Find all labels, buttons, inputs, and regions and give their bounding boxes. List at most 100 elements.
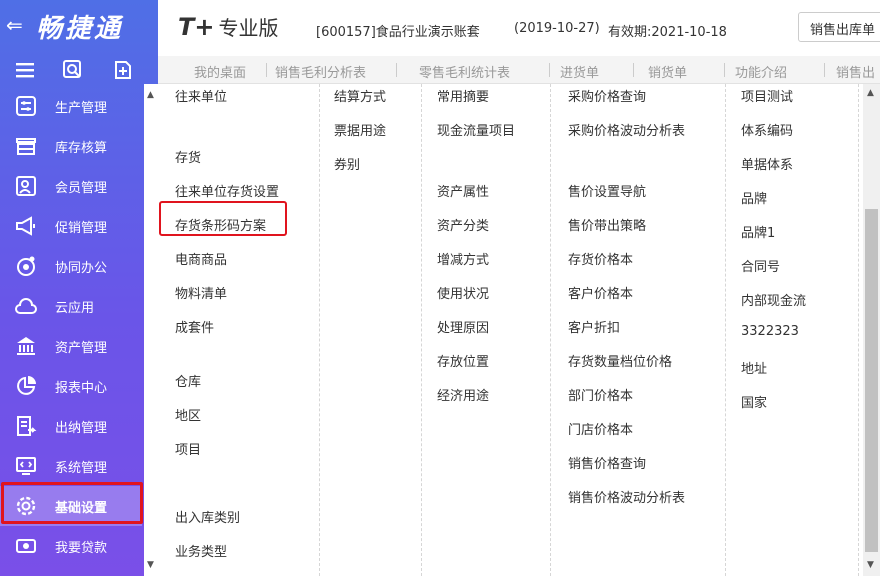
settings-link-col4-6[interactable]: 客户折扣 [568, 317, 620, 336]
settings-link-col3-5[interactable]: 使用状况 [437, 283, 489, 302]
sidebar-item-member[interactable]: 会员管理 [0, 166, 142, 206]
sales-outbound-button[interactable]: 销售出库单 [798, 12, 880, 42]
valid-date: 有效期:2021-10-18 [608, 25, 727, 40]
settings-link-col4-0[interactable]: 采购价格查询 [568, 86, 646, 105]
member-icon [16, 176, 36, 196]
tab-my-desktop[interactable]: 我的桌面 [194, 62, 246, 81]
settings-link-col1-7[interactable]: 仓库 [175, 371, 201, 390]
brand-edition: 专业版 [218, 16, 279, 40]
settings-link-col1-2[interactable]: 往来单位存货设置 [175, 181, 279, 200]
settings-link-col4-11[interactable]: 销售价格波动分析表 [568, 487, 685, 506]
cashier-icon [17, 416, 37, 436]
tab-sales-order[interactable]: 销货单 [648, 62, 687, 81]
sidebar-item-label: 会员管理 [55, 181, 108, 196]
content-left-scrollbar[interactable]: ▲ ▼ [144, 84, 158, 576]
settings-link-col5-2[interactable]: 单据体系 [741, 154, 793, 173]
settings-link-col3-1[interactable]: 现金流量项目 [437, 120, 515, 139]
search-icon[interactable] [62, 59, 84, 81]
sidebar-item-label: 出纳管理 [55, 421, 108, 436]
sidebar: ⇐ 畅捷通 生产管理 库存核算 会员管理 促销管理 协同办公 云应用 资产管理 … [0, 0, 159, 576]
settings-link-col3-2[interactable]: 资产属性 [437, 181, 489, 200]
content-scrollbar[interactable]: ▲ ▼ [863, 84, 880, 576]
tab-bar: 我的桌面 销售毛利分析表 零售毛利统计表 进货单 销货单 功能介绍 销售出 [158, 56, 880, 84]
settings-link-col1-6[interactable]: 成套件 [175, 317, 214, 336]
column-divider [858, 84, 859, 576]
settings-link-col5-1[interactable]: 体系编码 [741, 120, 793, 139]
tab-separator [396, 63, 397, 77]
logo-text: 畅捷通 [36, 14, 124, 44]
account-date: (2019-10-27) [514, 21, 600, 36]
menu-icon[interactable] [14, 59, 36, 81]
sidebar-item-inventory[interactable]: 库存核算 [0, 126, 142, 166]
tab-sales-outbound[interactable]: 销售出 [836, 62, 875, 81]
tab-features[interactable]: 功能介绍 [735, 62, 787, 81]
tab-sales-margin[interactable]: 销售毛利分析表 [275, 62, 366, 81]
settings-link-col4-7[interactable]: 存货数量档位价格 [568, 351, 672, 370]
sidebar-item-report[interactable]: 报表中心 [0, 366, 142, 406]
sidebar-item-cashier[interactable]: 出纳管理 [0, 406, 142, 446]
promotion-icon [16, 216, 35, 236]
collab-icon [17, 256, 35, 276]
settings-link-col2-0[interactable]: 结算方式 [334, 86, 386, 105]
add-document-icon[interactable] [112, 59, 134, 81]
tab-separator [724, 63, 725, 77]
sidebar-item-label: 云应用 [55, 301, 95, 316]
scroll-down-icon[interactable]: ▼ [867, 560, 874, 570]
tab-separator [633, 63, 634, 77]
settings-link-col5-6[interactable]: 内部现金流 [741, 290, 806, 309]
settings-link-col1-4[interactable]: 电商商品 [175, 249, 227, 268]
settings-menu-panel: 往来单位 存货 往来单位存货设置 存货条形码方案 电商商品 物料清单 成套件 仓库 地区 项目 出入… [158, 84, 863, 576]
scroll-up-icon[interactable]: ▲ [147, 90, 154, 100]
loan-icon [16, 539, 36, 553]
settings-link-col3-6[interactable]: 处理原因 [437, 317, 489, 336]
settings-link-col4-4[interactable]: 存货价格本 [568, 249, 633, 268]
settings-link-col1-11[interactable]: 业务类型 [175, 541, 227, 560]
sidebar-item-system[interactable]: 系统管理 [0, 446, 142, 486]
sidebar-item-promotion[interactable]: 促销管理 [0, 206, 142, 246]
column-divider [319, 84, 320, 576]
settings-link-col1-8[interactable]: 地区 [175, 405, 201, 424]
settings-link-col5-8[interactable]: 地址 [741, 358, 767, 377]
settings-link-col4-5[interactable]: 客户价格本 [568, 283, 633, 302]
settings-link-col3-7[interactable]: 存放位置 [437, 351, 489, 370]
settings-link-col5-3[interactable]: 品牌 [741, 188, 767, 207]
settings-link-col4-1[interactable]: 采购价格波动分析表 [568, 120, 685, 139]
settings-link-col4-9[interactable]: 门店价格本 [568, 419, 633, 438]
settings-link-col1-5[interactable]: 物料清单 [175, 283, 227, 302]
settings-link-col1-9[interactable]: 项目 [175, 439, 201, 458]
settings-link-col5-4[interactable]: 品牌1 [741, 222, 775, 241]
settings-link-col2-1[interactable]: 票据用途 [334, 120, 386, 139]
settings-link-col4-8[interactable]: 部门价格本 [568, 385, 633, 404]
tab-purchase-order[interactable]: 进货单 [560, 62, 599, 81]
cloud-icon [15, 298, 37, 314]
settings-link-col3-3[interactable]: 资产分类 [437, 215, 489, 234]
sidebar-item-label: 系统管理 [55, 461, 108, 476]
settings-link-col1-0[interactable]: 往来单位 [175, 86, 227, 105]
sidebar-item-production[interactable]: 生产管理 [0, 86, 142, 126]
settings-link-col3-8[interactable]: 经济用途 [437, 385, 489, 404]
sidebar-item-loan[interactable]: 我要贷款 [0, 526, 142, 566]
tab-retail-margin[interactable]: 零售毛利统计表 [419, 62, 510, 81]
settings-link-col4-3[interactable]: 售价带出策略 [568, 215, 646, 234]
settings-link-col4-2[interactable]: 售价设置导航 [568, 181, 646, 200]
settings-link-col5-7[interactable]: 3322323 [741, 324, 799, 339]
settings-link-col4-10[interactable]: 销售价格查询 [568, 453, 646, 472]
settings-link-col5-0[interactable]: 项目测试 [741, 86, 793, 105]
sidebar-item-label: 资产管理 [55, 341, 108, 356]
settings-link-col5-9[interactable]: 国家 [741, 392, 767, 411]
settings-link-col3-0[interactable]: 常用摘要 [437, 86, 489, 105]
sidebar-item-label: 我要贷款 [55, 541, 108, 556]
sidebar-item-asset[interactable]: 资产管理 [0, 326, 142, 366]
settings-link-col2-2[interactable]: 券别 [334, 154, 360, 173]
sidebar-item-label: 库存核算 [55, 141, 108, 156]
settings-link-col1-1[interactable]: 存货 [175, 147, 201, 166]
sidebar-item-collab[interactable]: 协同办公 [0, 246, 142, 286]
scroll-up-icon[interactable]: ▲ [867, 88, 874, 98]
back-arrow-icon[interactable]: ⇐ [6, 13, 23, 37]
sidebar-item-cloud[interactable]: 云应用 [0, 286, 142, 326]
scroll-thumb[interactable] [865, 209, 878, 552]
settings-link-col1-10[interactable]: 出入库类别 [175, 507, 240, 526]
settings-link-col5-5[interactable]: 合同号 [741, 256, 780, 275]
scroll-down-icon[interactable]: ▼ [147, 560, 154, 570]
settings-link-col3-4[interactable]: 增减方式 [437, 249, 489, 268]
